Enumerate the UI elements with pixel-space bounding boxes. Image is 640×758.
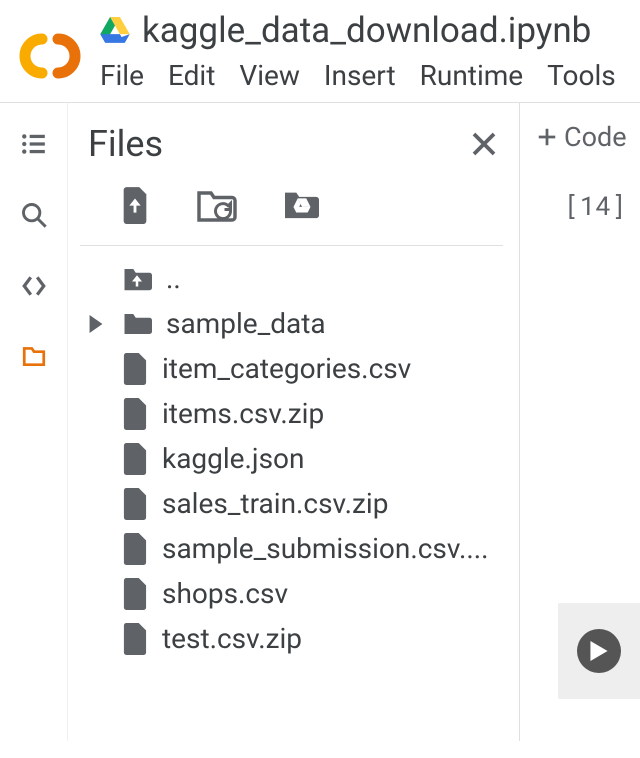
file-tree: ▶ .. sample_data ▶ item_categories.csv	[80, 256, 503, 661]
file-icon	[122, 623, 148, 655]
file-label: shops.csv	[162, 577, 288, 610]
menu-runtime[interactable]: Runtime	[420, 59, 524, 92]
tree-row-file[interactable]: ▶ kaggle.json	[84, 436, 503, 481]
up-folder-icon	[122, 265, 152, 293]
menu-edit[interactable]: Edit	[168, 59, 215, 92]
file-icon	[122, 488, 148, 520]
file-label: test.csv.zip	[162, 622, 302, 655]
toc-icon[interactable]	[19, 131, 49, 157]
file-icon	[122, 353, 148, 385]
cell-execution-count: [14]	[564, 189, 626, 223]
editor-area: Code [14]	[520, 103, 640, 741]
tree-row-file[interactable]: ▶ test.csv.zip	[84, 616, 503, 661]
run-cell-button[interactable]	[577, 629, 621, 673]
file-label: sample_data	[166, 307, 326, 340]
colab-logo[interactable]	[14, 20, 86, 92]
menu-view[interactable]: View	[239, 59, 300, 92]
upload-icon[interactable]	[118, 187, 152, 227]
file-label: kaggle.json	[162, 442, 305, 475]
file-label: items.csv.zip	[162, 397, 324, 430]
add-code-label: Code	[564, 121, 627, 153]
file-icon	[122, 398, 148, 430]
file-icon	[122, 533, 148, 565]
menu-tools[interactable]: Tools	[547, 59, 616, 92]
document-title[interactable]: kaggle_data_download.ipynb	[142, 10, 591, 51]
panel-title: Files	[88, 123, 163, 165]
close-icon[interactable]	[469, 129, 499, 159]
left-rail	[0, 103, 68, 741]
menu-bar: File Edit View Insert Runtime Tools	[100, 51, 616, 102]
expand-arrow-icon[interactable]	[84, 315, 108, 333]
file-label: sample_submission.csv....	[162, 532, 488, 565]
file-label: ..	[166, 262, 181, 295]
add-code-button[interactable]: Code	[520, 121, 640, 153]
file-icon	[122, 443, 148, 475]
files-panel: Files ▶ ..	[68, 103, 520, 741]
tree-row-file[interactable]: ▶ sample_submission.csv....	[84, 526, 503, 571]
parent-dir-row[interactable]: ▶ ..	[84, 256, 503, 301]
menu-insert[interactable]: Insert	[324, 59, 396, 92]
file-icon	[122, 578, 148, 610]
tree-row-file[interactable]: ▶ sales_train.csv.zip	[84, 481, 503, 526]
tree-row-file[interactable]: ▶ items.csv.zip	[84, 391, 503, 436]
file-label: item_categories.csv	[162, 352, 411, 385]
code-snippets-icon[interactable]	[19, 273, 49, 299]
tree-row-file[interactable]: ▶ shops.csv	[84, 571, 503, 616]
search-icon[interactable]	[20, 201, 48, 229]
folder-icon	[122, 311, 152, 337]
cell-hover-area	[558, 603, 640, 699]
tree-row-file[interactable]: ▶ item_categories.csv	[84, 346, 503, 391]
tree-row-folder[interactable]: sample_data	[84, 301, 503, 346]
refresh-folder-icon[interactable]	[196, 187, 238, 227]
file-label: sales_train.csv.zip	[162, 487, 388, 520]
menu-file[interactable]: File	[100, 59, 144, 92]
mount-drive-icon[interactable]	[282, 187, 322, 227]
drive-icon	[100, 17, 130, 44]
files-tab-icon[interactable]	[19, 343, 49, 369]
